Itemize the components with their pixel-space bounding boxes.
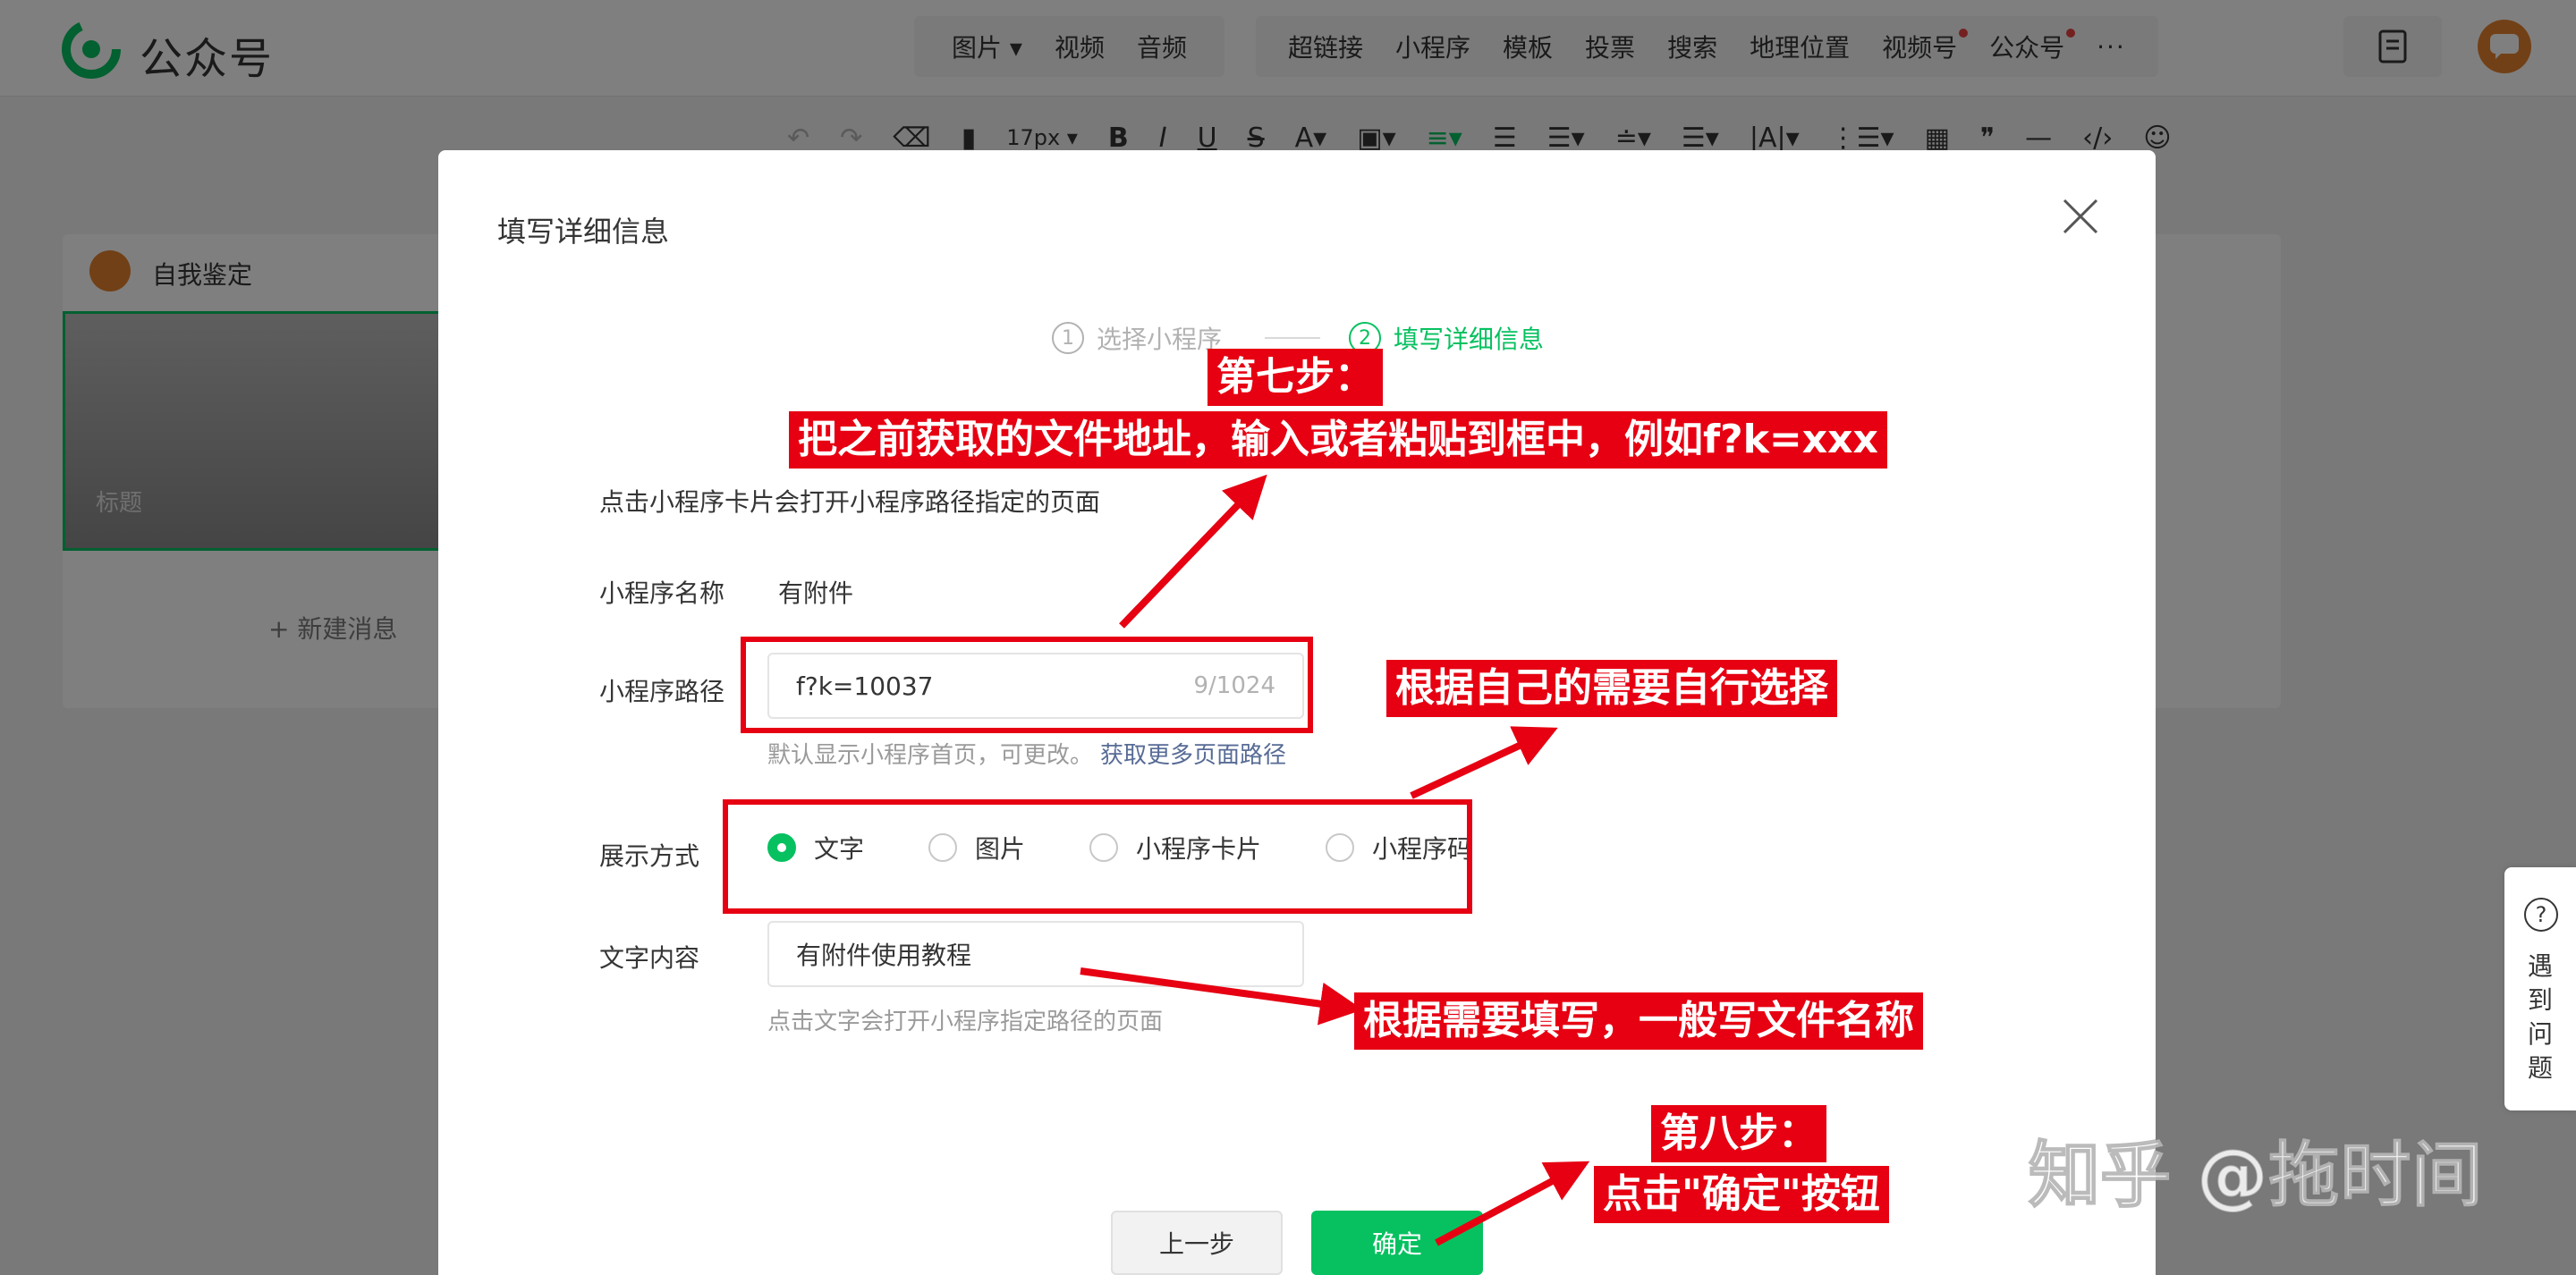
annotation-fill-text: 根据需要填写，一般写文件名称 [1354, 992, 1923, 1050]
arrow-to-fill-note [1080, 967, 1363, 1026]
arrow-to-confirm [1435, 1161, 1590, 1246]
annotation-step8-text: 点击"确定"按钮 [1594, 1166, 1889, 1223]
arrow-to-step7 [1119, 474, 1267, 629]
arrow-to-choose-note [1410, 726, 1558, 799]
annotation-arrows [1080, 474, 1590, 1246]
annotation-step7-title: 第七步： [1208, 349, 1383, 406]
zhihu-watermark: 知乎 @拖时间 [2028, 1133, 2484, 1218]
annotation-choose-text: 根据自己的需要自行选择 [1386, 660, 1837, 717]
annotation-step8-title: 第八步： [1651, 1105, 1826, 1162]
annotation-step7-text: 把之前获取的文件地址，输入或者粘贴到框中，例如f?k=xxx [789, 411, 1887, 469]
